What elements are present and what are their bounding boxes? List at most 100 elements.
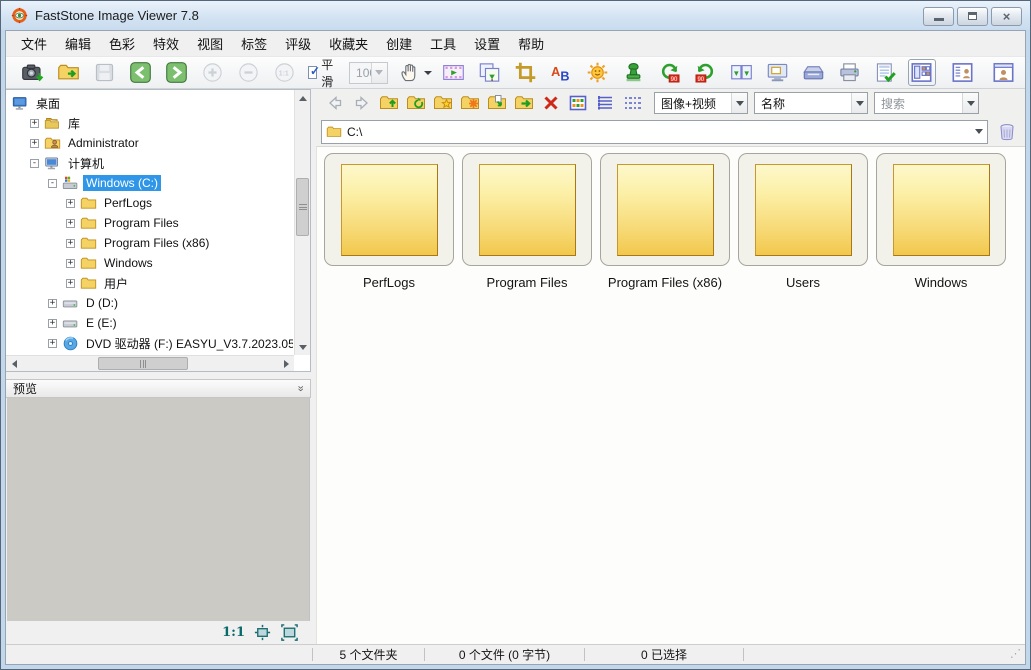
resize-grip[interactable]: ⋰ (1010, 649, 1021, 660)
tree-item-8[interactable]: + Windows (6, 253, 293, 273)
tree-item-6[interactable]: + Program Files (6, 213, 293, 233)
window-view-button[interactable] (990, 59, 1018, 86)
folder-card-0[interactable]: PerfLogs (324, 153, 454, 290)
expand-icon[interactable]: + (66, 239, 75, 248)
batch-convert-button[interactable] (872, 59, 900, 86)
tree-item-12[interactable]: + DVD 驱动器 (F:) EASYU_V3.7.2023.0506 (6, 333, 293, 353)
tree-item-label[interactable]: 用户 (101, 274, 131, 293)
collapse-chevron-icon[interactable]: » (294, 385, 305, 391)
move-to-folder-button[interactable] (511, 91, 536, 115)
expand-icon[interactable]: + (48, 299, 57, 308)
tree-item-2[interactable]: + Administrator (6, 133, 293, 153)
expand-icon[interactable]: + (66, 219, 75, 228)
folder-card-1[interactable]: Program Files (462, 153, 592, 290)
browser-view-button[interactable] (908, 59, 936, 86)
menu-item-9[interactable]: 工具 (421, 31, 465, 56)
sort-combo-arrow[interactable] (851, 93, 867, 113)
restore-button[interactable] (957, 7, 988, 26)
expand-icon[interactable]: + (30, 139, 39, 148)
tree-vscroll-thumb[interactable] (296, 178, 309, 236)
folder-thumbnail-frame[interactable] (324, 153, 454, 266)
collapse-icon[interactable]: - (30, 159, 39, 168)
compare-button[interactable] (728, 59, 756, 86)
viewer-layout-button[interactable] (949, 59, 977, 86)
scroll-right-icon[interactable] (278, 356, 294, 372)
tree-item-label[interactable]: Program Files (101, 215, 182, 231)
tree-item-label[interactable]: DVD 驱动器 (F:) EASYU_V3.7.2023.0506 (83, 334, 293, 353)
tree-item-1[interactable]: +库 (6, 113, 293, 133)
scan-button[interactable] (800, 59, 828, 86)
tree-item-label[interactable]: Administrator (65, 135, 142, 151)
tree-item-label[interactable]: Windows (C:) (83, 175, 161, 191)
file-filter-combo[interactable]: 图像+视频 (654, 92, 748, 114)
hand-tool-button[interactable] (398, 61, 432, 84)
expand-icon[interactable]: + (30, 119, 39, 128)
address-combo-arrow[interactable] (971, 121, 987, 143)
tree-item-4[interactable]: -Windows (C:) (6, 173, 293, 193)
menu-item-4[interactable]: 视图 (188, 31, 232, 56)
list-view-button[interactable] (619, 91, 644, 115)
tree-vertical-scrollbar[interactable] (294, 90, 310, 355)
copy-to-folder-button[interactable] (484, 91, 509, 115)
search-input[interactable]: 搜索 (874, 92, 979, 114)
expand-icon[interactable]: + (48, 319, 57, 328)
resize-button[interactable] (476, 59, 504, 86)
tree-item-10[interactable]: + D (D:) (6, 293, 293, 313)
up-folder-button[interactable] (376, 91, 401, 115)
delete-button[interactable] (538, 91, 563, 115)
scroll-down-icon[interactable] (295, 339, 311, 355)
print-button[interactable] (836, 59, 864, 86)
filter-combo-arrow[interactable] (731, 93, 747, 113)
tree-item-label[interactable]: Program Files (x86) (101, 235, 212, 251)
menu-item-3[interactable]: 特效 (144, 31, 188, 56)
menu-item-6[interactable]: 评级 (276, 31, 320, 56)
minimize-button[interactable] (923, 7, 954, 26)
clone-stamp-button[interactable] (620, 59, 648, 86)
folder-card-4[interactable]: Windows (876, 153, 1006, 290)
menu-item-0[interactable]: 文件 (12, 31, 56, 56)
rotate-left-button[interactable]: 90 (656, 59, 684, 86)
expand-icon[interactable]: + (48, 339, 57, 348)
preview-zoom-label[interactable]: 1:1 (222, 625, 245, 640)
tree-item-label[interactable]: PerfLogs (101, 195, 155, 211)
preview-maximize-icon[interactable] (280, 623, 299, 642)
thumbnail-view-button[interactable] (565, 91, 590, 115)
scroll-up-icon[interactable] (295, 90, 311, 106)
tree-hscroll-thumb[interactable] (98, 357, 188, 370)
previous-image-button[interactable] (126, 59, 154, 86)
tree-item-label[interactable]: E (E:) (83, 315, 120, 331)
brightness-button[interactable] (584, 59, 612, 86)
crop-button[interactable] (512, 59, 540, 86)
slideshow-button[interactable] (440, 59, 468, 86)
sort-combo[interactable]: 名称 (754, 92, 868, 114)
close-button[interactable]: × (991, 7, 1022, 26)
tree-item-3[interactable]: -计算机 (6, 153, 293, 173)
hand-dropdown-icon[interactable] (424, 71, 432, 75)
adjust-colors-button[interactable]: AB (548, 59, 576, 86)
folder-card-2[interactable]: Program Files (x86) (600, 153, 730, 290)
preview-fit-icon[interactable] (253, 623, 272, 642)
folder-thumbnail-frame[interactable] (462, 153, 592, 266)
recycle-bin-button[interactable] (995, 120, 1019, 144)
scroll-left-icon[interactable] (6, 356, 22, 372)
detail-view-button[interactable] (592, 91, 617, 115)
tree-item-label[interactable]: Windows (101, 255, 156, 271)
refresh-button[interactable] (403, 91, 428, 115)
favorites-button[interactable] (430, 91, 455, 115)
smooth-checkbox[interactable] (308, 66, 317, 79)
tree-item-11[interactable]: + E (E:) (6, 313, 293, 333)
search-combo-arrow[interactable] (962, 93, 978, 113)
tree-item-label[interactable]: 库 (65, 114, 83, 133)
expand-icon[interactable]: + (66, 259, 75, 268)
tree-item-label[interactable]: D (D:) (83, 295, 121, 311)
expand-icon[interactable]: + (66, 199, 75, 208)
acquire-camera-button[interactable] (18, 59, 46, 86)
tree-item-0[interactable]: 桌面 (6, 93, 293, 113)
address-combo[interactable]: C:\ (321, 120, 988, 144)
expand-icon[interactable]: + (66, 279, 75, 288)
menu-item-1[interactable]: 编辑 (56, 31, 100, 56)
new-folder-button[interactable] (457, 91, 482, 115)
tree-item-label[interactable]: 桌面 (33, 94, 63, 113)
folder-thumbnail-frame[interactable] (738, 153, 868, 266)
tree-item-9[interactable]: + 用户 (6, 273, 293, 293)
